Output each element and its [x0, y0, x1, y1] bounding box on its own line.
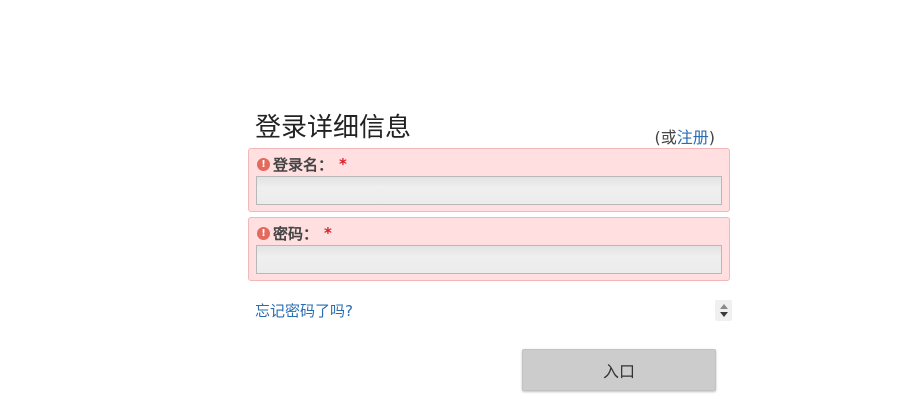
login-page: 登录详细信息 (或注册) ! 登录名： * ! 密码： * 忘记密码了吗? 入口 — [0, 0, 908, 418]
login-submit-button[interactable]: 入口 — [522, 349, 716, 391]
register-suffix: ) — [708, 128, 715, 147]
username-label: 登录名： — [273, 155, 334, 174]
register-link[interactable]: 注册 — [677, 128, 709, 147]
required-marker: * — [324, 224, 332, 242]
error-icon: ! — [257, 226, 270, 240]
forgot-password-link[interactable]: 忘记密码了吗? — [255, 301, 353, 321]
password-input[interactable] — [256, 245, 722, 274]
error-icon: ! — [257, 157, 270, 171]
username-field-group: ! 登录名： * — [248, 148, 730, 212]
username-label-row: ! 登录名： * — [257, 154, 347, 174]
password-label: 密码： — [273, 224, 319, 243]
username-input[interactable] — [256, 176, 722, 205]
spinner-up-icon[interactable] — [720, 304, 728, 309]
required-marker: * — [339, 155, 347, 173]
spinner-down-icon[interactable] — [720, 312, 728, 317]
password-label-row: ! 密码： * — [257, 223, 332, 243]
register-prefix: (或 — [654, 128, 677, 147]
register-alternative: (或注册) — [654, 127, 715, 149]
page-title: 登录详细信息 — [255, 113, 412, 143]
spinner-control[interactable] — [715, 300, 732, 321]
password-field-group: ! 密码： * — [248, 217, 730, 281]
